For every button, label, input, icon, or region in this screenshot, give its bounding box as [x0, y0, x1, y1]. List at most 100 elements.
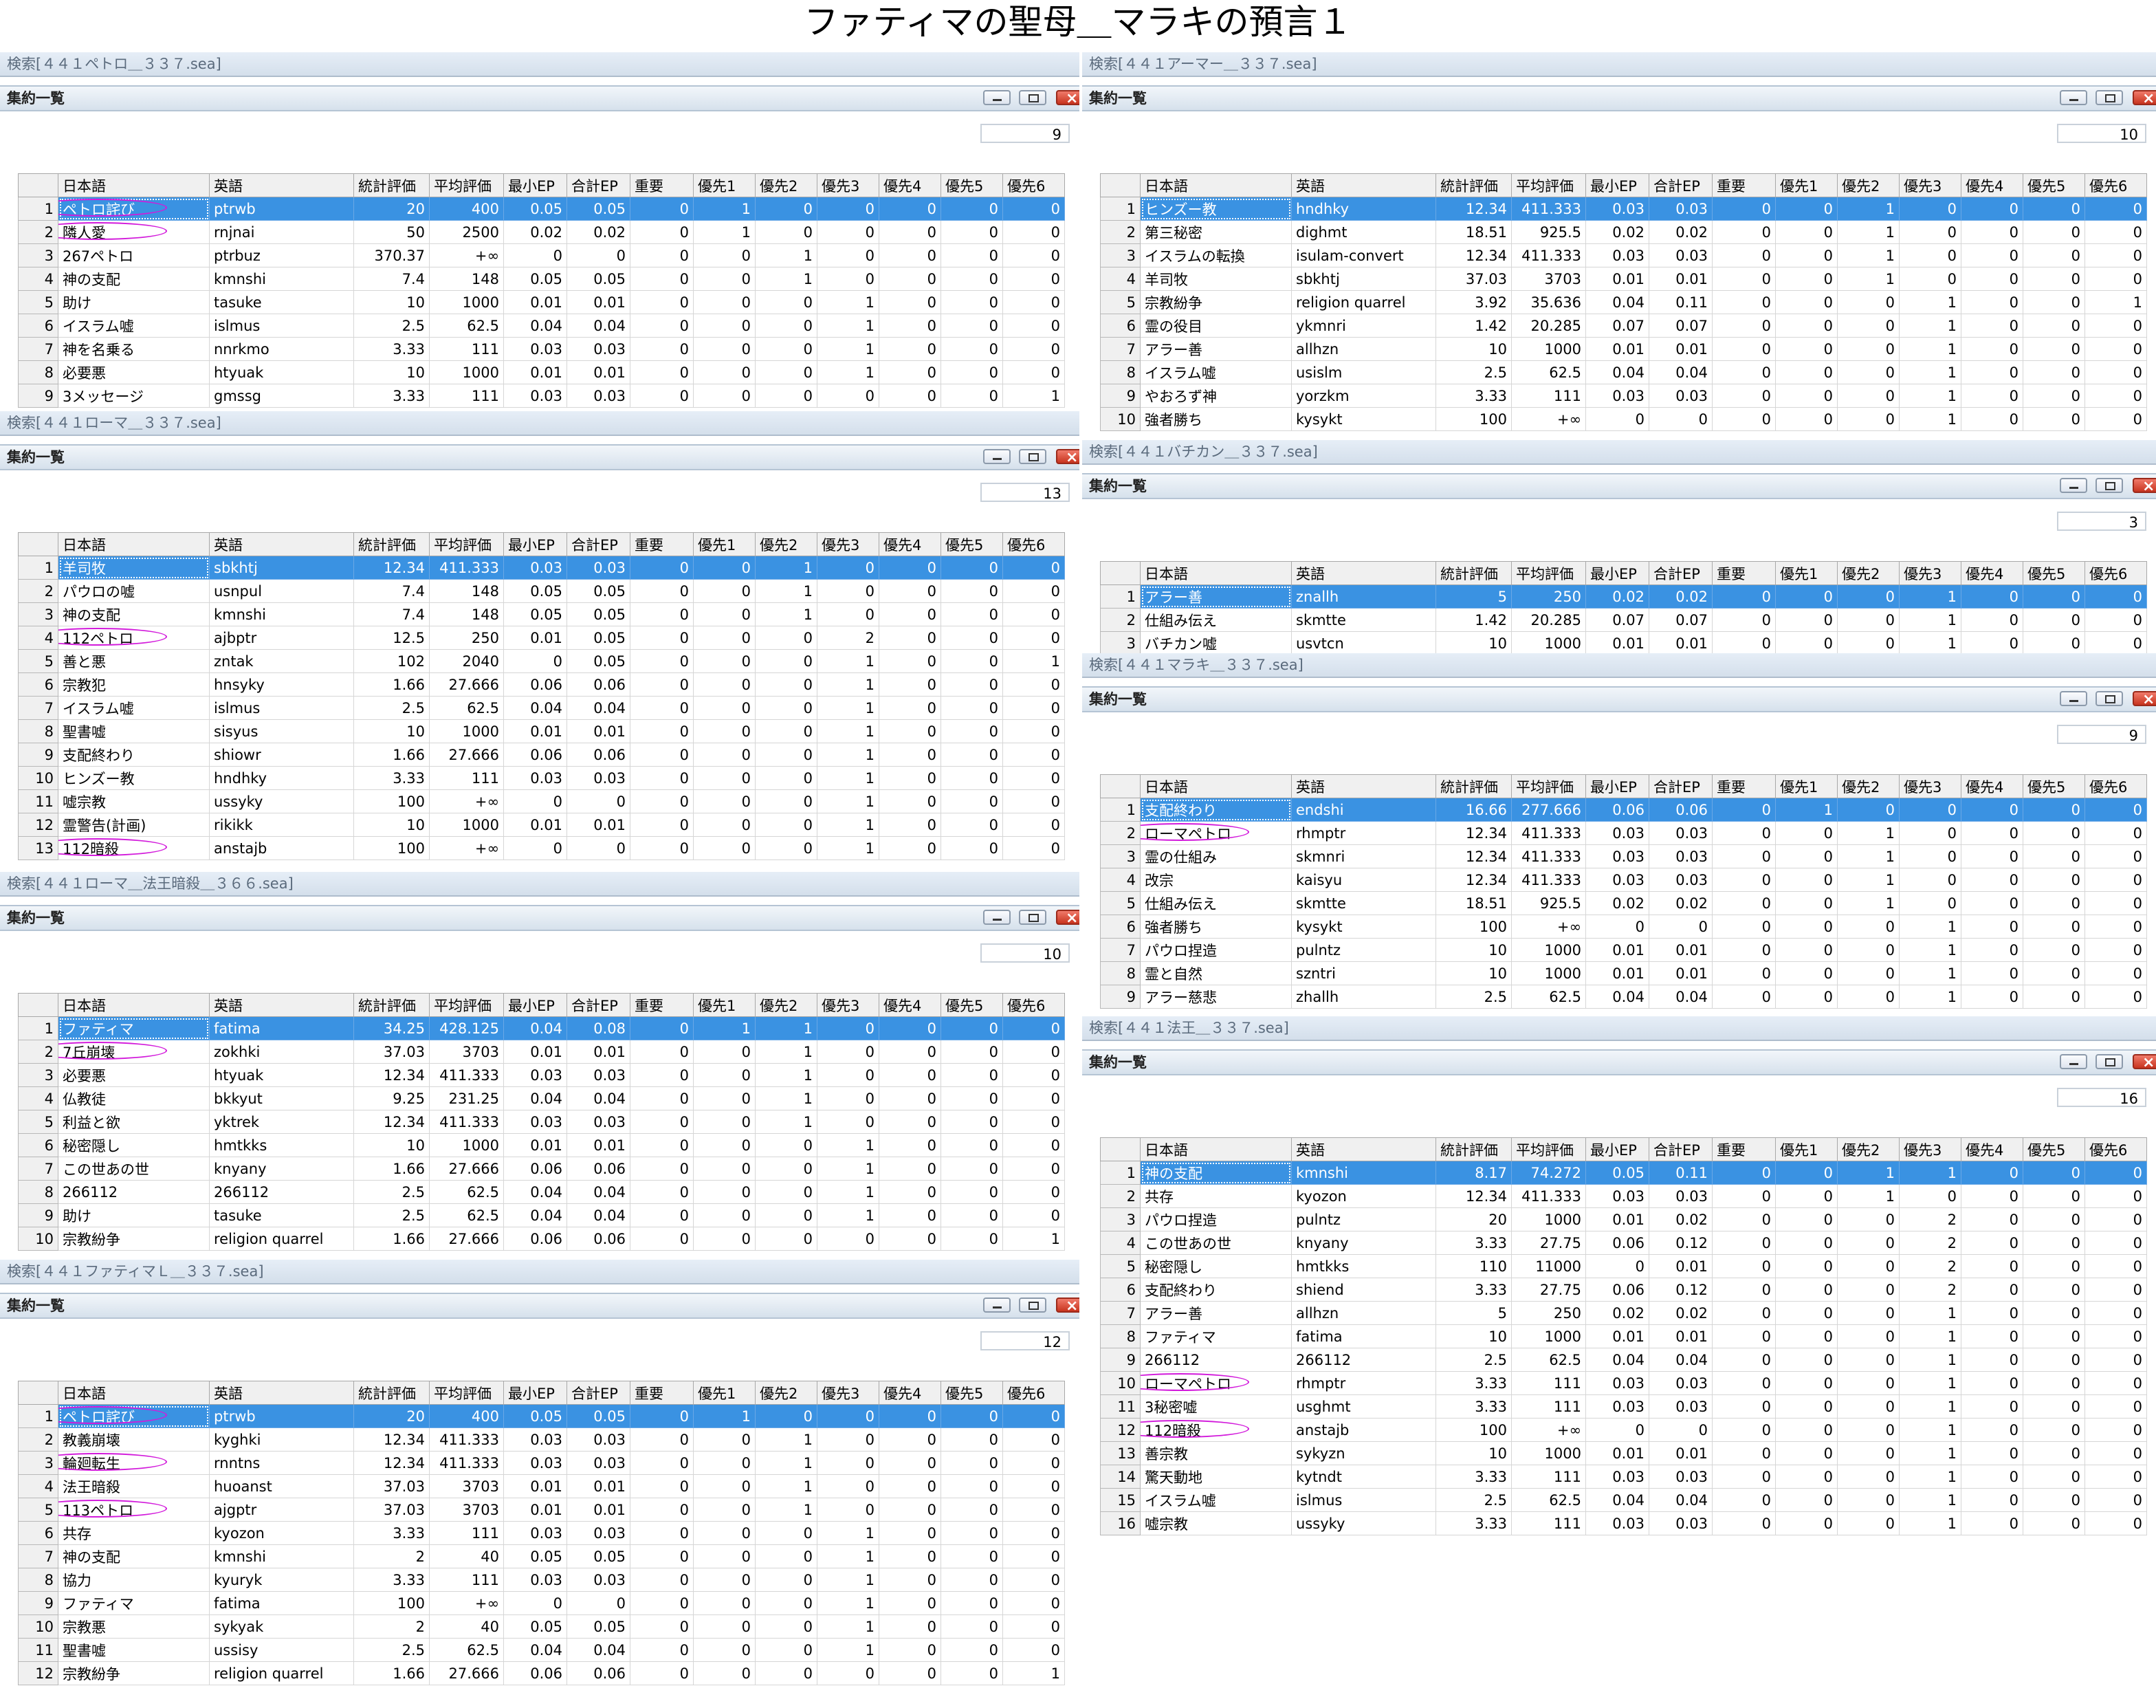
- value-cell[interactable]: 0: [630, 556, 694, 580]
- value-cell[interactable]: 1: [817, 719, 879, 743]
- value-cell[interactable]: 0: [630, 384, 694, 408]
- value-cell[interactable]: 0.03: [1649, 384, 1713, 408]
- value-cell[interactable]: 0: [2023, 407, 2085, 431]
- value-cell[interactable]: 0: [1837, 290, 1900, 314]
- value-cell[interactable]: 37.03: [353, 1498, 430, 1522]
- value-cell[interactable]: 0: [755, 672, 817, 697]
- value-cell[interactable]: 12.34: [1436, 844, 1512, 868]
- value-cell[interactable]: 0.01: [1585, 337, 1649, 361]
- table-row[interactable]: 10 ローマペトロ rhmptr 3.33 111 0.03 0.03 0 0 0 1 0 0 0: [1100, 1371, 2147, 1395]
- value-cell[interactable]: 0: [1712, 1394, 1776, 1419]
- english-term[interactable]: allhzn: [1291, 1301, 1436, 1325]
- value-cell[interactable]: 0: [1002, 243, 1065, 267]
- value-cell[interactable]: 0: [2023, 1348, 2085, 1372]
- english-term[interactable]: kyghki: [209, 1427, 354, 1452]
- value-cell[interactable]: 0: [1002, 1591, 1065, 1615]
- column-header[interactable]: 優先3: [1899, 1137, 1961, 1161]
- value-cell[interactable]: 0.02: [1585, 891, 1649, 915]
- japanese-term[interactable]: 113ペトロ: [58, 1498, 210, 1522]
- value-cell[interactable]: 1: [1837, 891, 1900, 915]
- english-term[interactable]: sbkhtj: [1291, 267, 1436, 291]
- value-cell[interactable]: 0: [940, 743, 1003, 767]
- value-cell[interactable]: 0.03: [1585, 821, 1649, 845]
- value-cell[interactable]: 12.34: [353, 1427, 430, 1452]
- value-cell[interactable]: 0: [1002, 1568, 1065, 1592]
- value-cell[interactable]: 0: [1002, 789, 1065, 813]
- column-header[interactable]: 優先5: [2023, 774, 2085, 798]
- value-cell[interactable]: 0: [693, 1086, 756, 1110]
- value-cell[interactable]: 0: [755, 766, 817, 790]
- value-cell[interactable]: 0: [2084, 1371, 2147, 1395]
- table-row[interactable]: 15 イスラム嘘 islmus 2.5 62.5 0.04 0.04 0 0 0 1 0 0 0: [1100, 1488, 2147, 1512]
- column-header[interactable]: 優先2: [755, 993, 817, 1017]
- table-row[interactable]: 5 仕組み伝え skmtte 18.51 925.5 0.02 0.02 0 0 1 0 0 0 0: [1100, 891, 2147, 915]
- value-cell[interactable]: 0: [817, 1498, 879, 1522]
- value-cell[interactable]: 0: [630, 743, 694, 767]
- value-cell[interactable]: 0: [693, 1544, 756, 1568]
- value-cell[interactable]: 0: [1837, 1324, 1900, 1348]
- table-row[interactable]: 14 驚天動地 kytndt 3.33 111 0.03 0.03 0 0 0 1 0 0 0: [1100, 1465, 2147, 1489]
- english-term[interactable]: knyany: [1291, 1231, 1436, 1255]
- column-header[interactable]: 統計評価: [353, 1381, 430, 1405]
- value-cell[interactable]: 0: [630, 1404, 694, 1428]
- table-row[interactable]: 4 この世あの世 knyany 3.33 27.75 0.06 0.12 0 0 0 2 0 0 0: [1100, 1231, 2147, 1255]
- table-row[interactable]: 9 ファティマ fatima 100 +∞ 0 0 0 0 0 1 0 0 0: [18, 1591, 1065, 1615]
- japanese-term[interactable]: 神を名乗る: [58, 337, 210, 361]
- table-row[interactable]: 1 神の支配 kmnshi 8.17 74.272 0.05 0.11 0 0 1 1 0 0 0: [1100, 1161, 2147, 1185]
- column-header[interactable]: 優先6: [2084, 561, 2147, 585]
- english-term[interactable]: religion quarrel: [209, 1227, 354, 1251]
- value-cell[interactable]: 0: [940, 556, 1003, 580]
- value-cell[interactable]: 0: [693, 649, 756, 673]
- value-cell[interactable]: 0: [1775, 220, 1838, 244]
- value-cell[interactable]: 0.04: [503, 1638, 567, 1662]
- table-row[interactable]: 9 3メッセージ gmssg 3.33 111 0.03 0.03 0 0 0 0 0 0 1: [18, 384, 1065, 408]
- value-cell[interactable]: 0: [2023, 1254, 2085, 1278]
- value-cell[interactable]: 250: [1511, 584, 1586, 609]
- table-row[interactable]: 7 パウロ捏造 pulntz 10 1000 0.01 0.01 0 0 0 1 0 0 0: [1100, 938, 2147, 962]
- value-cell[interactable]: 0: [755, 290, 817, 314]
- value-cell[interactable]: 0: [2084, 798, 2147, 822]
- value-cell[interactable]: 0: [630, 1110, 694, 1134]
- value-cell[interactable]: 1: [1002, 1227, 1065, 1251]
- value-cell[interactable]: 0: [1775, 1511, 1838, 1535]
- value-cell[interactable]: 0: [1899, 868, 1961, 892]
- value-cell[interactable]: 0: [2084, 1161, 2147, 1185]
- value-cell[interactable]: 0: [693, 836, 756, 860]
- value-cell[interactable]: 0.03: [566, 384, 630, 408]
- value-cell[interactable]: 1: [1837, 821, 1900, 845]
- value-cell[interactable]: 0: [1002, 602, 1065, 626]
- value-cell[interactable]: 0.01: [1649, 631, 1713, 655]
- value-cell[interactable]: 0: [1961, 314, 2023, 338]
- value-cell[interactable]: 0: [1002, 1040, 1065, 1064]
- japanese-term[interactable]: 宗教紛争: [58, 1661, 210, 1685]
- english-term[interactable]: nnrkmo: [209, 337, 354, 361]
- value-cell[interactable]: 0.05: [503, 267, 567, 291]
- column-header[interactable]: 優先1: [1775, 774, 1838, 798]
- japanese-term[interactable]: 共存: [58, 1521, 210, 1545]
- value-cell[interactable]: 0: [1837, 314, 1900, 338]
- value-cell[interactable]: 1: [1899, 631, 1961, 655]
- column-header[interactable]: 優先2: [1837, 561, 1900, 585]
- value-cell[interactable]: 12.34: [353, 556, 430, 580]
- value-cell[interactable]: 0: [2023, 821, 2085, 845]
- value-cell[interactable]: 0: [1961, 1465, 2023, 1489]
- value-cell[interactable]: 0.01: [503, 1040, 567, 1064]
- value-cell[interactable]: 0: [2023, 891, 2085, 915]
- value-cell[interactable]: 0: [1961, 267, 2023, 291]
- value-cell[interactable]: +∞: [1511, 915, 1586, 939]
- column-header[interactable]: 優先6: [1002, 1381, 1065, 1405]
- value-cell[interactable]: 1: [817, 696, 879, 720]
- value-cell[interactable]: 0: [1837, 915, 1900, 939]
- column-header[interactable]: 優先6: [1002, 993, 1065, 1017]
- value-cell[interactable]: 0: [1712, 314, 1776, 338]
- value-cell[interactable]: 0: [1712, 267, 1776, 291]
- value-cell[interactable]: 0: [2023, 798, 2085, 822]
- value-cell[interactable]: 111: [429, 1568, 504, 1592]
- japanese-term[interactable]: この世あの世: [58, 1157, 210, 1181]
- value-cell[interactable]: 0: [817, 1086, 879, 1110]
- value-cell[interactable]: 0: [1899, 821, 1961, 845]
- value-cell[interactable]: 0: [2023, 608, 2085, 632]
- value-cell[interactable]: 0: [2023, 1511, 2085, 1535]
- table-row[interactable]: 3 267ペトロ ptrbuz 370.37 +∞ 0 0 0 0 1 0 0 0 0: [18, 243, 1065, 267]
- close-button[interactable]: [1056, 87, 1079, 111]
